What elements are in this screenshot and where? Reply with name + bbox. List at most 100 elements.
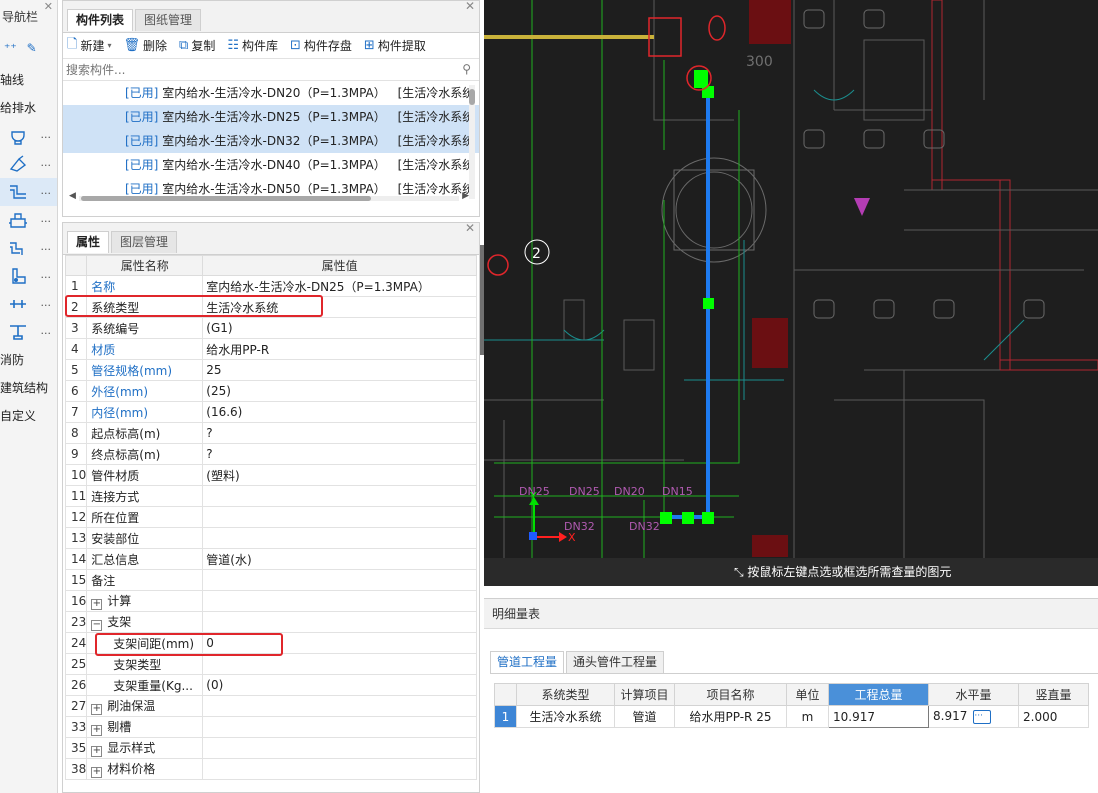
table-row[interactable]: 13 安装部位: [64, 527, 477, 549]
copy-button[interactable]: ⧉ 复制: [179, 37, 215, 54]
table-row[interactable]: 5 管径规格(mm) 25: [64, 359, 477, 381]
tab-layer-management[interactable]: 图层管理: [111, 231, 178, 253]
table-row-group[interactable]: 16 + 计算: [64, 590, 477, 612]
column-header-index: [494, 683, 517, 706]
table-row[interactable]: 14 汇总信息 管道(水): [64, 548, 477, 570]
horizontal-scrollbar[interactable]: ◀ ▶: [69, 191, 469, 203]
nav-category-fire[interactable]: 消防: [0, 346, 57, 374]
table-row[interactable]: 11 连接方式: [64, 485, 477, 507]
tab-properties[interactable]: 属性: [67, 231, 110, 253]
collapse-icon[interactable]: −: [91, 620, 103, 631]
table-row[interactable]: 3 系统编号 (G1): [64, 317, 477, 339]
property-tabbar: 属性 图层管理: [63, 223, 479, 255]
expand-icon[interactable]: +: [91, 704, 103, 715]
nav-category-custom[interactable]: 自定义: [0, 402, 57, 430]
table-row[interactable]: 15 备注: [64, 569, 477, 591]
column-header-name: 属性名称: [86, 255, 204, 276]
column-header: 水平量: [928, 683, 1019, 706]
nav-item-pipe-fitting[interactable]: ...: [0, 234, 57, 262]
nav-item-fixture[interactable]: ...: [0, 122, 57, 150]
edit-icon[interactable]: ✎: [27, 41, 37, 55]
scrollbar-thumb[interactable]: [469, 89, 475, 105]
list-item[interactable]: [已用] 室内给水-生活冷水-DN40（P=1.3MPA） [生活冷水系统: [63, 153, 479, 177]
close-icon[interactable]: ✕: [44, 0, 53, 13]
copy-icon: ⧉: [179, 38, 189, 53]
nav-category-structure[interactable]: 建筑结构: [0, 374, 57, 402]
add-icon[interactable]: ⁺⁺: [4, 41, 17, 55]
support-icon: [10, 325, 26, 340]
tab-drawing-management[interactable]: 图纸管理: [135, 9, 202, 31]
table-row-group[interactable]: 33 + 剔槽: [64, 716, 477, 738]
nav-category-axis[interactable]: 轴线: [0, 66, 57, 94]
table-row[interactable]: 25 支架类型: [64, 653, 477, 675]
table-row-group[interactable]: 35 + 显示样式: [64, 737, 477, 759]
search-icon[interactable]: ⚲: [462, 62, 471, 76]
table-row-group[interactable]: 38 + 材料价格: [64, 758, 477, 780]
svg-text:Y: Y: [529, 490, 537, 503]
table-row[interactable]: 9 终点标高(m)?: [64, 443, 477, 465]
tab-underline: [490, 673, 1098, 674]
component-library-button[interactable]: ☷ 构件库: [227, 37, 278, 54]
table-row[interactable]: 8 起点标高(m)?: [64, 422, 477, 444]
scrollbar-thumb[interactable]: [81, 196, 371, 201]
list-item[interactable]: [已用] 室内给水-生活冷水-DN20（P=1.3MPA） [生活冷水系统: [63, 81, 479, 105]
sleeve-icon: [10, 300, 26, 308]
save-icon: ⊡: [290, 38, 301, 53]
grid-axis-label: 2: [532, 246, 541, 262]
nav-item-pipe[interactable]: ...: [0, 178, 57, 206]
table-row[interactable]: 10 管件材质 (塑料): [64, 464, 477, 486]
component-extract-button[interactable]: ⊞ 构件提取: [364, 37, 426, 54]
cad-drawing[interactable]: DN25 DN25 DN20 DN15 DN32 DN32 2 300 Y X: [484, 0, 1098, 586]
tab-fitting-quantity[interactable]: 通头管件工程量: [566, 651, 665, 673]
table-row[interactable]: 12 所在位置: [64, 506, 477, 528]
nav-item-support[interactable]: ...: [0, 318, 57, 346]
list-item[interactable]: [已用] 室内给水-生活冷水-DN32（P=1.3MPA） [生活冷水系统: [63, 129, 479, 153]
water-meter-icon: [12, 268, 26, 284]
chevron-down-icon[interactable]: ▾: [107, 41, 111, 50]
component-save-button[interactable]: ⊡ 构件存盘: [290, 37, 352, 54]
more-button[interactable]: ···: [973, 709, 992, 724]
search-input[interactable]: [63, 59, 479, 80]
nav-item-valve[interactable]: ...: [0, 150, 57, 178]
column-header-num: [64, 255, 88, 276]
close-icon[interactable]: ✕: [465, 221, 475, 235]
table-row[interactable]: 7 内径(mm) (16.6): [64, 401, 477, 423]
table-row[interactable]: 4 材质 给水用PP-R: [64, 338, 477, 360]
expand-icon[interactable]: +: [91, 746, 103, 757]
detail-quantity-panel: 明细量表 管道工程量 通头管件工程量 系统类型 计算项目 项目名称 单位 工程总…: [484, 598, 1098, 793]
hatched-walls: [931, 0, 1098, 371]
delete-button[interactable]: 🗑 删除: [123, 37, 167, 54]
highlight-box-system-type: [65, 295, 323, 317]
tab-pipe-quantity[interactable]: 管道工程量: [490, 651, 565, 673]
scroll-right-icon[interactable]: ▶: [462, 191, 469, 201]
table-row-group[interactable]: 27 + 刷油保温: [64, 695, 477, 717]
table-row-group[interactable]: 23− 支架: [64, 611, 477, 633]
expand-icon[interactable]: +: [91, 767, 103, 778]
scroll-left-icon[interactable]: ◀: [69, 191, 76, 201]
table-row[interactable]: 6 外径(mm) (25): [64, 380, 477, 402]
tab-component-list[interactable]: 构件列表: [67, 9, 134, 31]
table-row[interactable]: 1 生活冷水系统 管道 给水用PP-R 25 m 10.917 8.917 ···…: [494, 705, 1089, 728]
nav-category-plumbing[interactable]: 给排水: [0, 94, 57, 122]
cad-status-bar: ⤡ 按鼠标左键点选或框选所需查量的图元: [484, 558, 1098, 586]
component-tabbar: 构件列表 图纸管理: [63, 1, 479, 33]
column-header: 单位: [786, 683, 829, 706]
table-row[interactable]: 26 支架重量(Kg... (0): [64, 674, 477, 696]
new-button[interactable]: 🗋 新建 ▾: [67, 35, 111, 57]
pipe-label: DN20: [614, 485, 645, 498]
expand-icon[interactable]: +: [91, 599, 103, 610]
nav-item-equipment[interactable]: ...: [0, 206, 57, 234]
nav-item-sleeve[interactable]: ...: [0, 290, 57, 318]
svg-text:X: X: [568, 531, 576, 544]
nav-item-water-meter[interactable]: ...: [0, 262, 57, 290]
list-item[interactable]: [已用] 室内给水-生活冷水-DN25（P=1.3MPA） [生活冷水系统: [63, 105, 479, 129]
expand-icon[interactable]: +: [91, 725, 103, 736]
cad-viewport[interactable]: DN25 DN25 DN20 DN15 DN32 DN32 2 300 Y X …: [484, 0, 1098, 586]
column-header[interactable]: 工程总量: [828, 683, 929, 706]
component-list: [已用] 室内给水-生活冷水-DN20（P=1.3MPA） [生活冷水系统 [已…: [63, 81, 479, 205]
close-icon[interactable]: ✕: [465, 0, 475, 13]
vertical-scrollbar[interactable]: [469, 85, 475, 199]
component-list-panel: ✕ 构件列表 图纸管理 🗋 新建 ▾ 🗑 删除 ⧉ 复制 ☷ 构件库 ⊡ 构件存盘 ⊞ 构件提…: [62, 0, 480, 217]
table-row[interactable]: 1 名称 室内给水-生活冷水-DN25（P=1.3MPA）: [64, 275, 477, 297]
column-header: 计算项目: [614, 683, 675, 706]
